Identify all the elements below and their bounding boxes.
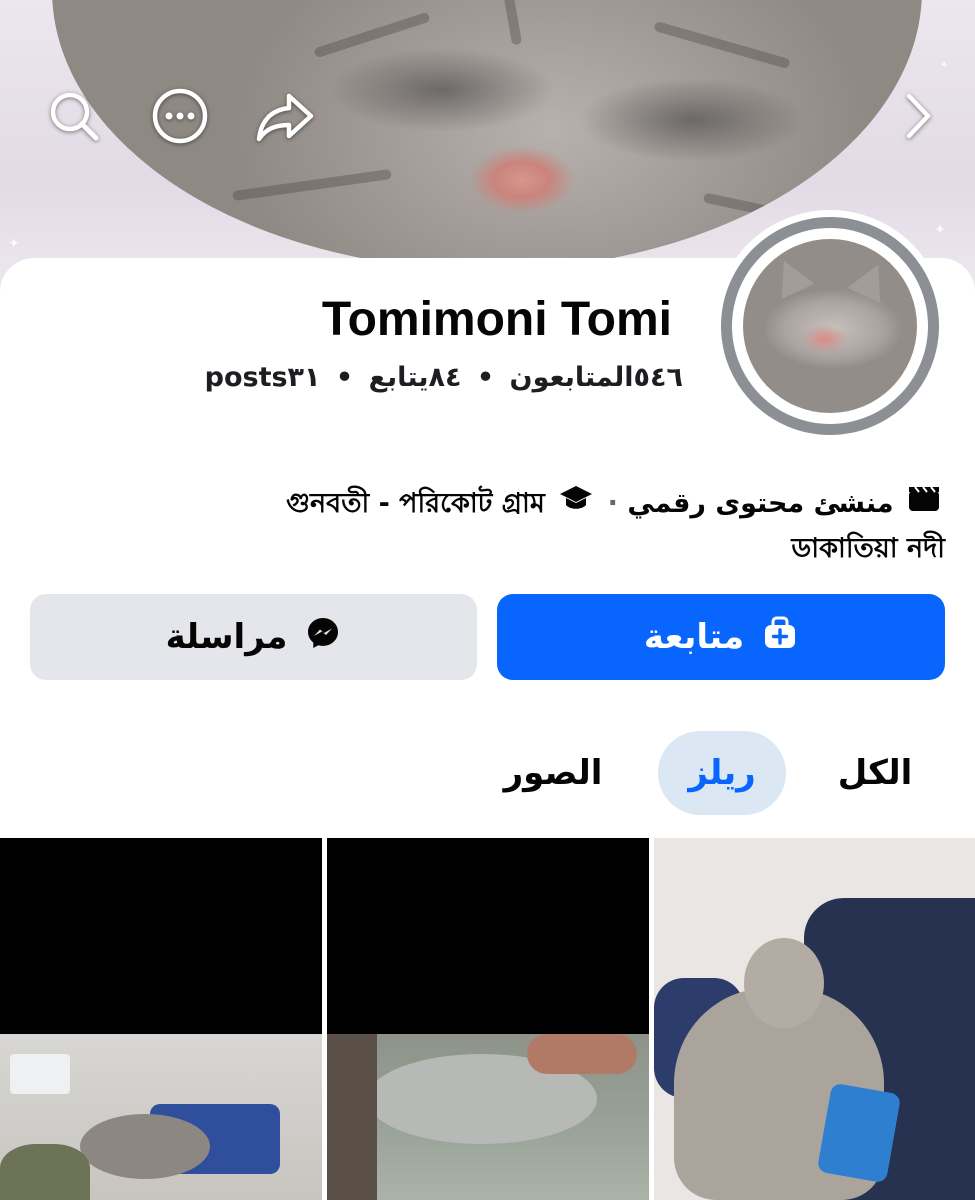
messenger-icon [305,615,341,660]
clapperboard-icon [907,483,941,527]
chevron-right-icon [903,92,933,144]
follow-button[interactable]: متابعة [497,594,945,680]
following-count[interactable]: ٨٤يتابع [369,362,462,393]
posts-count[interactable]: posts٣١ [205,362,321,393]
thumbnail-image [0,1034,322,1200]
reel-thumbnail[interactable] [0,838,322,1200]
more-icon [151,87,209,149]
search-icon [46,88,102,148]
follow-icon [762,615,798,660]
stats-separator: • [335,362,354,393]
profile-stats: ٥٤٦المتابعون • ٨٤يتابع • posts٣١ [205,362,683,393]
message-button[interactable]: مراسلة [30,594,477,680]
avatar[interactable] [743,239,917,413]
share-button[interactable] [255,88,315,148]
bio-location: ডাকাতিয়া নদী [791,532,945,564]
tab-photos[interactable]: الصور [488,731,618,815]
tab-all[interactable]: الكل [820,731,930,815]
more-button[interactable] [150,88,210,148]
reel-thumbnail[interactable] [327,838,649,1200]
graduation-cap-icon [558,483,594,527]
thumbnail-image [327,1034,649,1200]
message-label: مراسلة [165,617,288,657]
followers-count[interactable]: ٥٤٦المتابعون [510,362,683,393]
profile-bio: منشئ محتوى رقمي · গুনবতী - পরিকোট গ্রাম … [145,482,945,571]
stats-separator: • [476,362,495,393]
sparkle-decoration: ✦ [940,60,949,71]
sparkle-decoration: ✦ [8,236,20,252]
bio-category: منشئ محتوى رقمي [627,488,894,519]
search-button[interactable] [44,88,104,148]
profile-avatar-ring [714,210,946,442]
follow-label: متابعة [643,617,745,657]
bio-dot: · [607,488,618,519]
tab-reels[interactable]: ريلز [658,731,786,815]
bio-education: গুনবতী - পরিকোট গ্রাম [286,488,545,519]
share-icon [255,88,315,148]
sparkle-decoration: ✦ [934,222,946,238]
reel-thumbnail[interactable] [654,838,975,1200]
next-button[interactable] [888,88,948,148]
profile-name: Tomimoni Tomi [321,293,672,346]
